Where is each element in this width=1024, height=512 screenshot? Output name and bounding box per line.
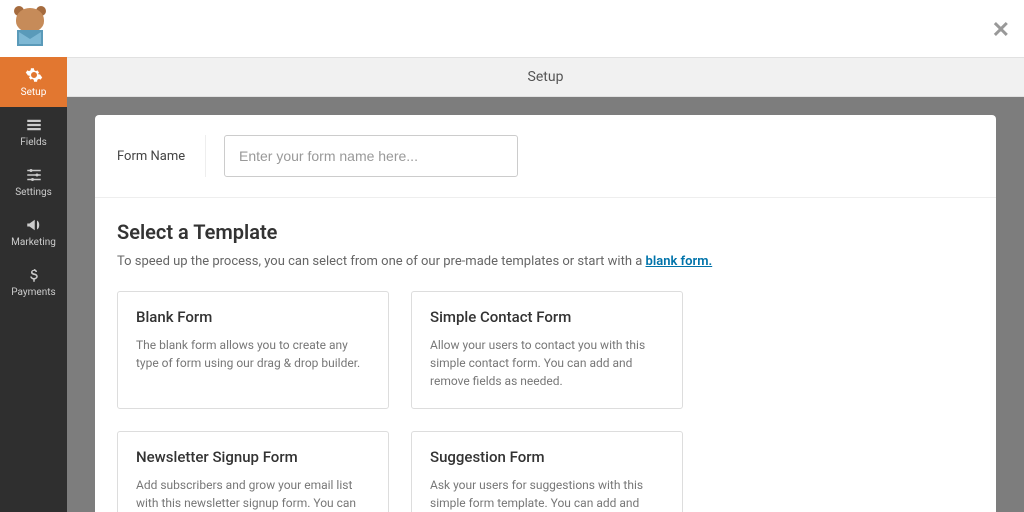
sidebar-item-label: Setup [21,87,47,98]
sidebar-item-setup[interactable]: Setup [0,57,67,107]
form-name-row: Form Name [95,115,996,198]
content-panel: Form Name Select a Template To speed up … [95,115,996,512]
sidebar-item-payments[interactable]: Payments [0,257,67,307]
sidebar-item-label: Marketing [11,237,56,248]
dollar-icon [25,266,43,284]
sidebar: Setup Fields Settings Marketing Payments [0,57,67,512]
template-heading: Select a Template [117,220,974,244]
template-section: Select a Template To speed up the proces… [95,198,996,512]
template-card-simple-contact[interactable]: Simple Contact Form Allow your users to … [411,291,683,409]
sidebar-item-marketing[interactable]: Marketing [0,207,67,257]
template-card-title: Blank Form [136,308,370,326]
sidebar-item-label: Fields [20,137,47,148]
sidebar-item-settings[interactable]: Settings [0,157,67,207]
form-name-label: Form Name [117,149,205,164]
sliders-icon [25,166,43,184]
page-title: Setup [528,69,564,85]
template-card-desc: Allow your users to contact you with thi… [430,336,664,390]
template-card-title: Newsletter Signup Form [136,448,370,466]
main-area: Form Name Select a Template To speed up … [67,97,1024,512]
template-grid: Blank Form The blank form allows you to … [117,291,974,512]
sidebar-item-label: Payments [11,287,55,298]
template-card-title: Suggestion Form [430,448,664,466]
template-card-title: Simple Contact Form [430,308,664,326]
sidebar-item-label: Settings [15,187,52,198]
template-card-desc: The blank form allows you to create any … [136,336,370,372]
megaphone-icon [25,216,43,234]
gear-icon [25,66,43,84]
sidebar-item-fields[interactable]: Fields [0,107,67,157]
template-card-newsletter[interactable]: Newsletter Signup Form Add subscribers a… [117,431,389,512]
template-card-desc: Ask your users for suggestions with this… [430,476,664,512]
app-logo [10,6,56,52]
template-description: To speed up the process, you can select … [117,254,974,269]
blank-form-link[interactable]: blank form. [646,254,713,269]
close-icon[interactable]: ✕ [992,18,1010,43]
header-bar: Setup [67,57,1024,97]
template-card-desc: Add subscribers and grow your email list… [136,476,370,512]
template-card-suggestion[interactable]: Suggestion Form Ask your users for sugge… [411,431,683,512]
form-name-input[interactable] [224,135,518,177]
list-icon [25,116,43,134]
template-card-blank[interactable]: Blank Form The blank form allows you to … [117,291,389,409]
